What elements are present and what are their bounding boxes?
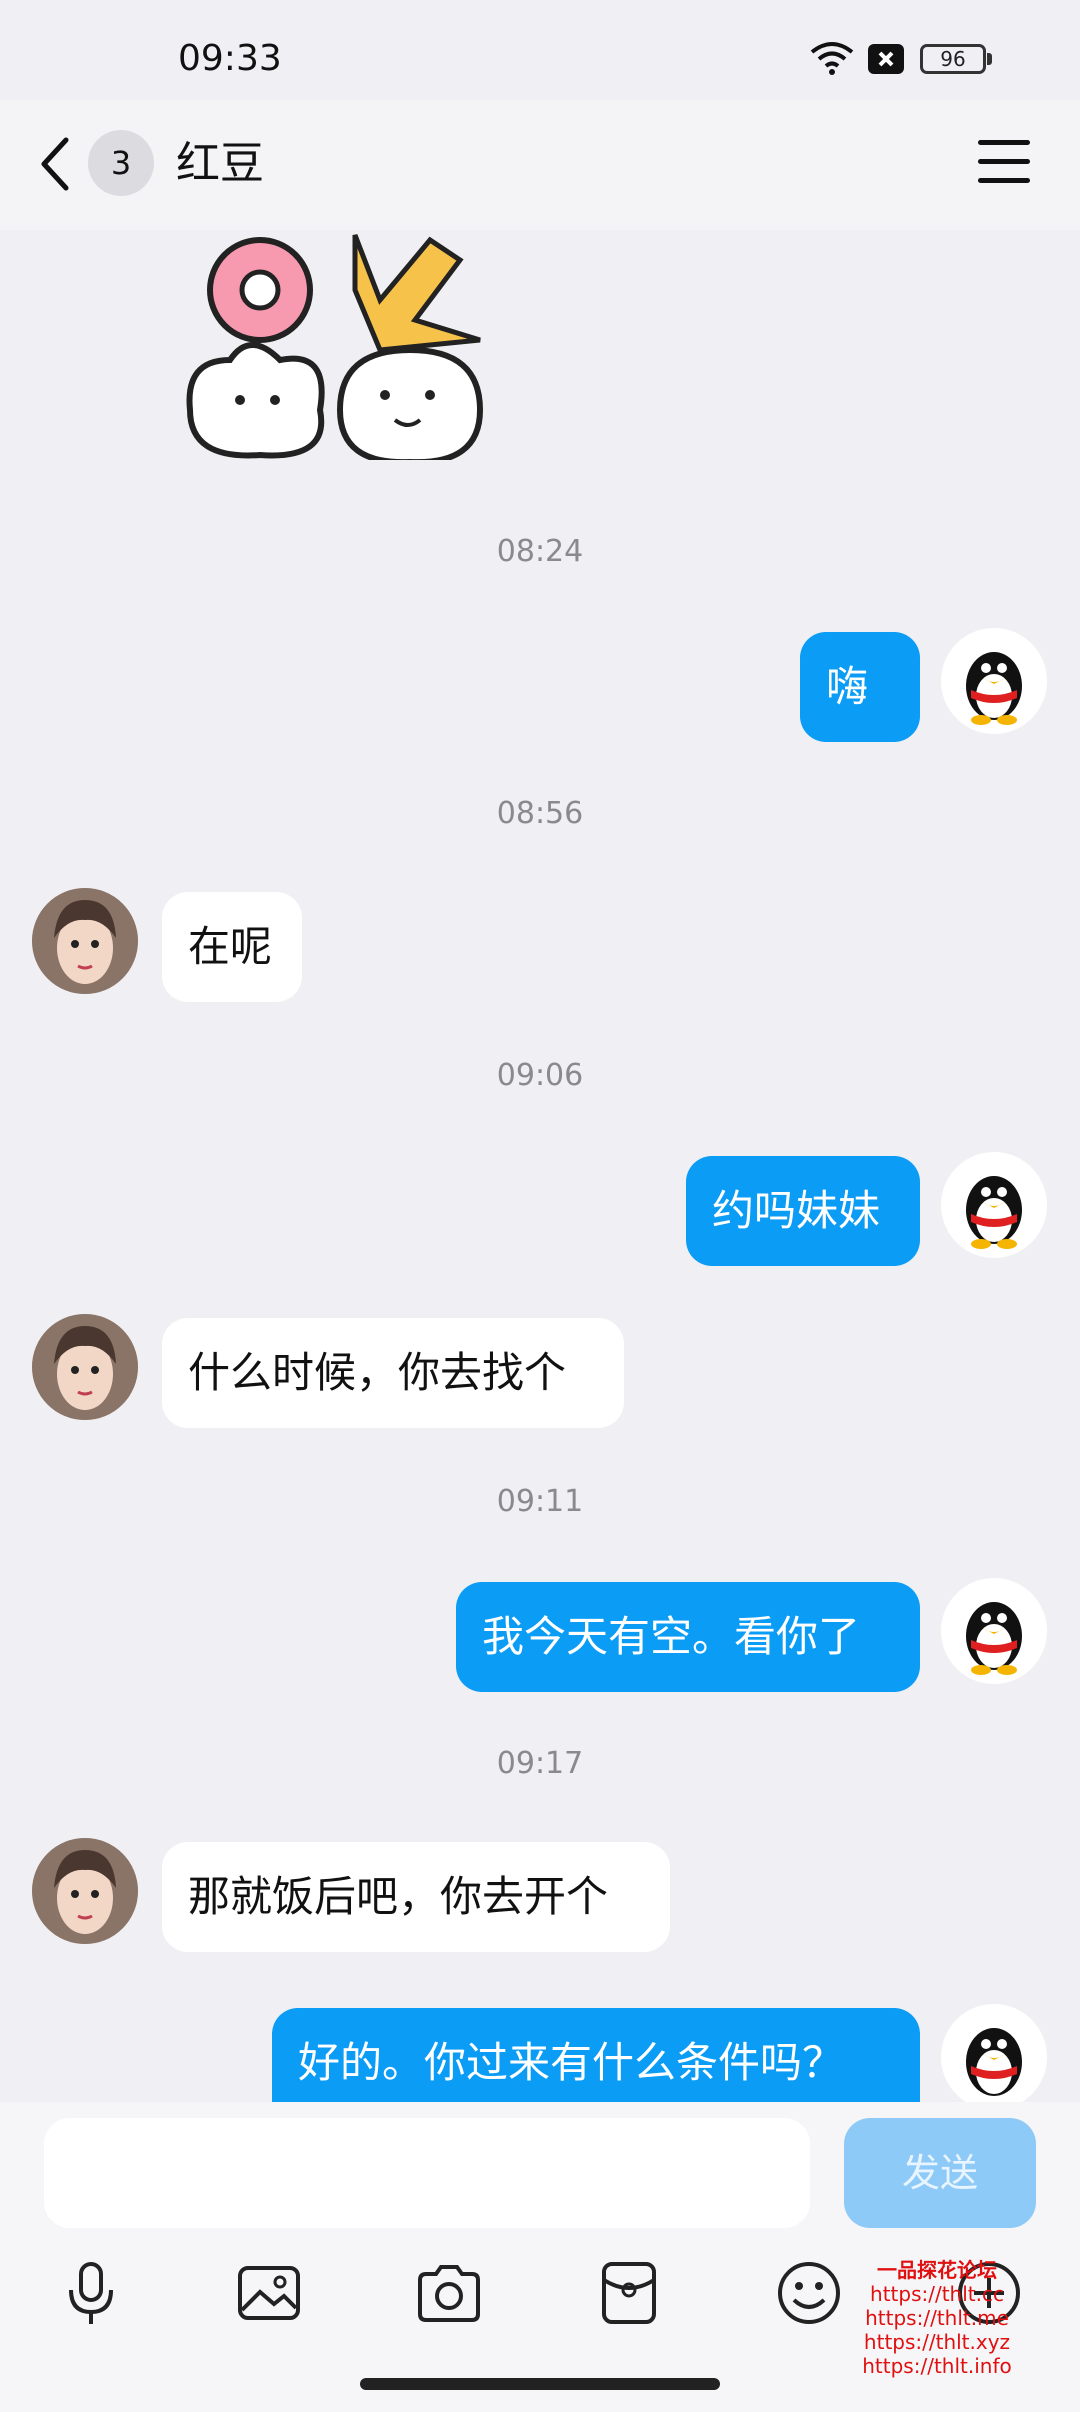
chat-header bbox=[0, 100, 1080, 230]
my-avatar[interactable] bbox=[941, 1578, 1047, 1684]
outgoing-message-bubble[interactable]: 嗨 bbox=[800, 632, 920, 742]
outgoing-message-bubble[interactable]: 我今天有空。看你了 bbox=[456, 1582, 920, 1692]
girl-portrait-icon bbox=[32, 1314, 138, 1420]
girl-portrait-icon bbox=[32, 888, 138, 994]
message-input[interactable] bbox=[44, 2118, 810, 2228]
timestamp: 09:17 bbox=[496, 1746, 584, 1781]
penguin-icon bbox=[966, 2028, 1022, 2096]
emoji-icon[interactable] bbox=[774, 2258, 844, 2328]
watermark-line: https://thlt.cc bbox=[870, 2282, 1004, 2306]
timestamp: 08:56 bbox=[496, 796, 584, 831]
ok-sticker-image[interactable] bbox=[180, 230, 500, 460]
incoming-message-bubble[interactable]: 在呢 bbox=[162, 892, 302, 1002]
send-button[interactable]: 发送 bbox=[844, 2118, 1036, 2228]
girl-portrait-icon bbox=[32, 1838, 138, 1944]
battery-indicator: 96 bbox=[920, 44, 986, 74]
incoming-message-bubble[interactable]: 什么时候，你去找个 bbox=[162, 1318, 624, 1428]
watermark: 一品探花论坛 https://thlt.cc https://thlt.me h… bbox=[862, 2258, 1012, 2378]
microphone-icon[interactable] bbox=[56, 2258, 126, 2328]
outgoing-message-bubble[interactable]: 约吗妹妹 bbox=[686, 1156, 920, 1266]
watermark-line: https://thlt.me bbox=[865, 2306, 1009, 2330]
timestamp: 09:06 bbox=[496, 1058, 584, 1093]
watermark-line: 一品探花论坛 bbox=[877, 2258, 997, 2282]
back-button[interactable] bbox=[30, 128, 90, 200]
unread-count-badge[interactable]: 3 bbox=[88, 130, 154, 196]
menu-icon[interactable] bbox=[978, 140, 1030, 184]
incoming-message-bubble[interactable]: 那就饭后吧，你去开个 bbox=[162, 1842, 670, 1952]
my-avatar[interactable] bbox=[941, 2004, 1047, 2110]
notification-close-icon bbox=[868, 44, 904, 74]
timestamp: 08:24 bbox=[496, 534, 584, 569]
my-avatar[interactable] bbox=[941, 1152, 1047, 1258]
my-avatar[interactable] bbox=[941, 628, 1047, 734]
penguin-icon bbox=[966, 652, 1022, 725]
watermark-line: https://thlt.xyz bbox=[863, 2330, 1011, 2354]
contact-avatar[interactable] bbox=[32, 1314, 138, 1420]
image-icon[interactable] bbox=[234, 2258, 304, 2328]
battery-tip bbox=[987, 53, 992, 65]
camera-icon[interactable] bbox=[414, 2258, 484, 2328]
contact-avatar[interactable] bbox=[32, 888, 138, 994]
home-indicator[interactable] bbox=[360, 2378, 720, 2390]
red-packet-icon[interactable] bbox=[594, 2258, 664, 2328]
status-time: 09:33 bbox=[178, 38, 282, 79]
watermark-line: https://thlt.info bbox=[862, 2354, 1012, 2378]
wifi-icon bbox=[810, 42, 854, 75]
penguin-icon bbox=[966, 1176, 1022, 1249]
contact-avatar[interactable] bbox=[32, 1838, 138, 1944]
chat-title: 红豆 bbox=[176, 138, 264, 189]
penguin-icon bbox=[966, 1602, 1022, 1675]
timestamp: 09:11 bbox=[496, 1484, 584, 1519]
